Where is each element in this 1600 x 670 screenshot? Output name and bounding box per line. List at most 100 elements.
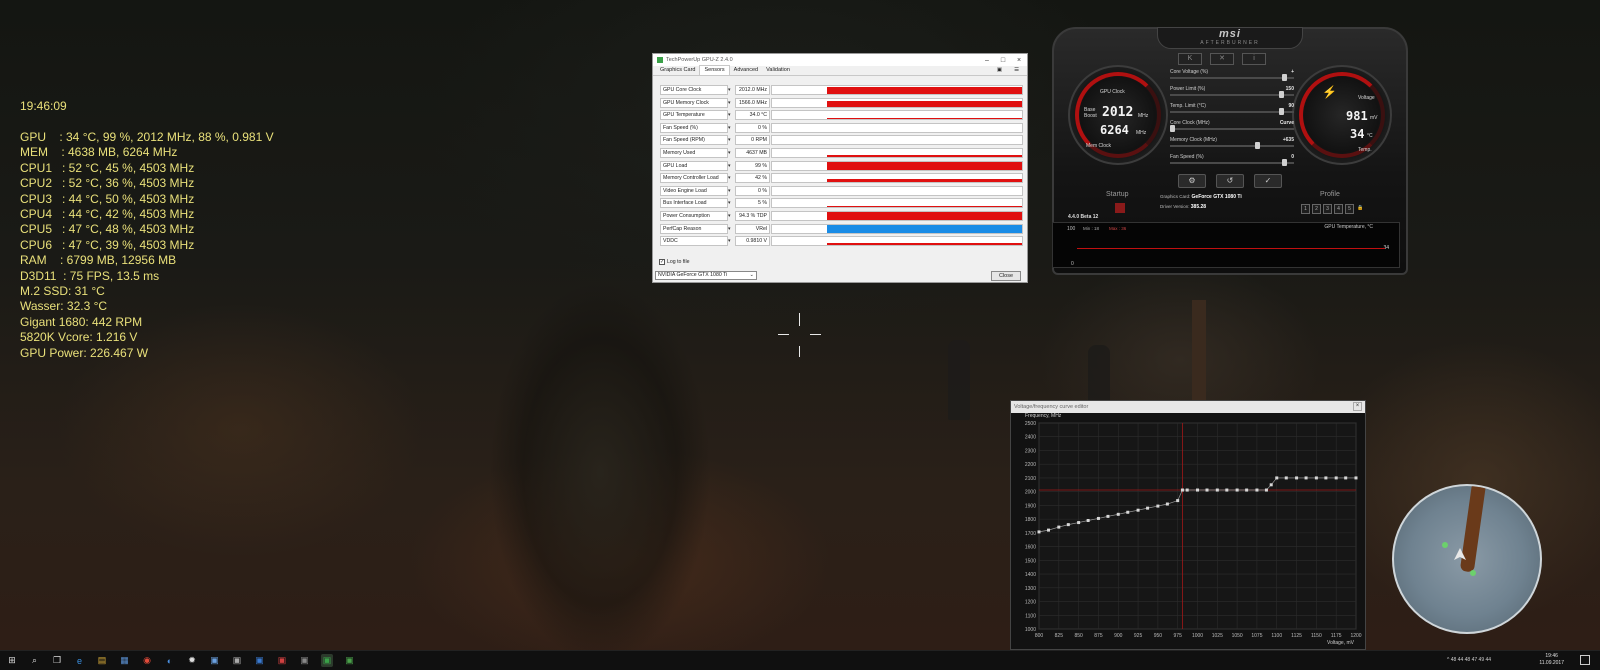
- slider-track[interactable]: [1170, 77, 1294, 79]
- curve-point[interactable]: [1275, 476, 1279, 480]
- slider-handle[interactable]: [1278, 91, 1284, 98]
- tab-sensors[interactable]: Sensors: [699, 65, 730, 75]
- app-icon[interactable]: ▣: [209, 654, 221, 667]
- curve-point[interactable]: [1165, 502, 1169, 506]
- sensor-name[interactable]: GPU Core Clock: [660, 85, 728, 95]
- chevron-down-icon[interactable]: ▾: [728, 163, 731, 169]
- chrome-icon[interactable]: ◉: [141, 654, 153, 667]
- profile-slot-button[interactable]: 5: [1345, 204, 1354, 214]
- slider-track[interactable]: [1170, 111, 1294, 113]
- curve-point[interactable]: [1096, 516, 1100, 520]
- clock[interactable]: 19:46 11.09.2017: [1539, 653, 1564, 667]
- curve-point[interactable]: [1245, 488, 1249, 492]
- task-view-icon[interactable]: ❐: [51, 654, 63, 667]
- curve-point[interactable]: [1116, 512, 1120, 516]
- start-icon[interactable]: ⊞: [6, 654, 18, 667]
- tab-validation[interactable]: Validation: [762, 66, 794, 75]
- settings-button[interactable]: ⚙: [1178, 174, 1206, 188]
- info-button[interactable]: i: [1242, 53, 1266, 65]
- edge-icon[interactable]: e: [74, 654, 86, 667]
- reset-button[interactable]: ↺: [1216, 174, 1244, 188]
- sensor-name[interactable]: Memory Used: [660, 147, 728, 158]
- slider-track[interactable]: [1170, 162, 1294, 164]
- curve-point[interactable]: [1057, 525, 1061, 529]
- sensor-name[interactable]: GPU Memory Clock: [660, 97, 728, 108]
- profile-slot-button[interactable]: 2: [1312, 204, 1321, 214]
- minimize-icon[interactable]: –: [979, 57, 995, 64]
- log-checkbox[interactable]: ✓: [659, 259, 665, 265]
- tab-graphics-card[interactable]: Graphics Card: [656, 66, 699, 75]
- curve-point[interactable]: [1284, 476, 1288, 480]
- slider-handle[interactable]: [1278, 108, 1284, 115]
- slider-handle[interactable]: [1282, 74, 1288, 81]
- sensor-name[interactable]: GPU Temperature: [660, 110, 728, 121]
- close-icon[interactable]: ×: [1011, 57, 1027, 64]
- gpu-select[interactable]: NVIDIA GeForce GTX 1080 Ti ⌄: [655, 271, 757, 280]
- curve-point[interactable]: [1156, 504, 1160, 508]
- sensor-name[interactable]: GPU Load: [660, 160, 728, 171]
- curve-point[interactable]: [1334, 476, 1338, 480]
- sensor-name[interactable]: Video Engine Load: [660, 185, 728, 196]
- afterburner-header[interactable]: msi AFTERBURNER: [1157, 27, 1303, 49]
- curve-point[interactable]: [1264, 488, 1268, 492]
- chevron-down-icon[interactable]: ▾: [728, 238, 731, 244]
- sensor-name[interactable]: Memory Controller Load: [660, 173, 728, 184]
- curve-point[interactable]: [1235, 488, 1239, 492]
- sensor-name[interactable]: Fan Speed (%): [660, 122, 728, 133]
- curve-point[interactable]: [1047, 528, 1051, 532]
- profile-slot-button[interactable]: 1: [1301, 204, 1310, 214]
- app-icon[interactable]: ▣: [299, 654, 311, 667]
- chevron-down-icon[interactable]: ▾: [728, 100, 731, 106]
- curve-point[interactable]: [1304, 476, 1308, 480]
- curve-point[interactable]: [1196, 488, 1199, 492]
- curve-point[interactable]: [1215, 488, 1219, 492]
- chevron-down-icon[interactable]: ▾: [728, 188, 731, 194]
- afterburner-taskbar-icon[interactable]: ▣: [344, 654, 356, 667]
- curve-point[interactable]: [1106, 514, 1110, 518]
- settings-icon[interactable]: ✹: [186, 654, 198, 667]
- notification-icon[interactable]: [1580, 655, 1590, 665]
- curve-point[interactable]: [1295, 476, 1299, 480]
- profile-slot-button[interactable]: 3: [1323, 204, 1332, 214]
- curve-point[interactable]: [1354, 476, 1358, 480]
- tab-advanced[interactable]: Advanced: [730, 66, 762, 75]
- app-icon[interactable]: ▣: [254, 654, 266, 667]
- curve-point[interactable]: [1176, 499, 1180, 503]
- sensor-name[interactable]: VDDC: [660, 236, 728, 247]
- app-icon[interactable]: ▣: [231, 654, 243, 667]
- curve-point[interactable]: [1146, 506, 1150, 510]
- curve-point[interactable]: [1126, 510, 1130, 514]
- curve-point[interactable]: [1066, 523, 1070, 527]
- curve-point[interactable]: [1344, 476, 1348, 480]
- app-icon[interactable]: ◐: [164, 654, 176, 667]
- chevron-down-icon[interactable]: ▾: [728, 226, 731, 232]
- slider-track[interactable]: [1170, 94, 1294, 96]
- curve-point[interactable]: [1205, 488, 1209, 492]
- menu-icon[interactable]: ☰: [1010, 66, 1023, 75]
- sensor-name[interactable]: Power Consumption: [660, 210, 728, 221]
- chevron-down-icon[interactable]: ▾: [728, 213, 731, 219]
- sensor-name[interactable]: PerfCap Reason: [660, 223, 728, 234]
- vf-chart[interactable]: 2500 2400 2300 2200 2100 2000 1900 1800 1700 1600…: [1011, 401, 1367, 651]
- log-to-file[interactable]: ✓ Log to file: [659, 259, 690, 265]
- chevron-down-icon[interactable]: ▾: [728, 150, 731, 156]
- explorer-icon[interactable]: ▤: [96, 654, 108, 667]
- apply-button[interactable]: ✓: [1254, 174, 1282, 188]
- search-icon[interactable]: ⌕: [29, 654, 41, 667]
- chevron-down-icon[interactable]: ▾: [728, 112, 731, 118]
- chevron-down-icon[interactable]: ▾: [728, 87, 731, 93]
- gpuz-taskbar-icon[interactable]: ▣: [321, 654, 333, 667]
- store-icon[interactable]: ▦: [119, 654, 131, 667]
- curve-point[interactable]: [1269, 483, 1273, 487]
- chevron-down-icon[interactable]: ▾: [728, 200, 731, 206]
- chevron-down-icon[interactable]: ▾: [728, 175, 731, 181]
- slider-track[interactable]: [1170, 128, 1294, 130]
- close-button[interactable]: Close: [991, 271, 1021, 281]
- windows-icon[interactable]: [1115, 203, 1125, 213]
- curve-point[interactable]: [1180, 488, 1184, 492]
- curve-point[interactable]: [1136, 508, 1140, 512]
- slider-handle[interactable]: [1254, 142, 1260, 149]
- k-boost-button[interactable]: K: [1178, 53, 1202, 65]
- curve-point[interactable]: [1077, 521, 1081, 525]
- slider-track[interactable]: [1170, 145, 1294, 147]
